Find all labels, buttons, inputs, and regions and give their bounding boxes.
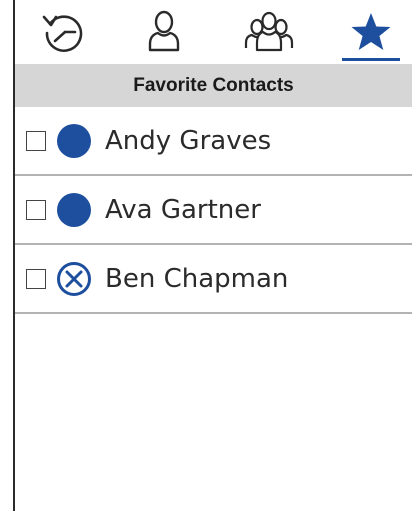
selected-tab-indicator [342, 58, 400, 61]
group-icon [243, 10, 295, 54]
star-icon [349, 10, 393, 54]
app-frame: Favorite Contacts Andy Graves Ava Gartne… [13, 0, 412, 511]
select-checkbox[interactable] [26, 268, 46, 289]
contact-list: Andy Graves Ava Gartner Ben Chapman [15, 107, 412, 314]
contact-name: Ben Chapman [105, 263, 289, 294]
tab-history[interactable] [35, 0, 93, 64]
tab-groups[interactable] [239, 0, 299, 64]
tab-contacts[interactable] [136, 0, 192, 64]
circle-x-icon [56, 261, 92, 297]
select-checkbox[interactable] [26, 130, 46, 151]
filled-circle-icon [56, 123, 92, 159]
contact-row[interactable]: Ava Gartner [15, 176, 412, 245]
contact-row[interactable]: Ben Chapman [15, 245, 412, 314]
filled-circle-icon [56, 192, 92, 228]
person-icon [142, 8, 186, 56]
contact-row[interactable]: Andy Graves [15, 107, 412, 176]
tab-bar [15, 0, 412, 64]
contact-name: Ava Gartner [105, 194, 261, 225]
history-icon [40, 8, 88, 56]
select-checkbox[interactable] [26, 199, 46, 220]
page-title: Favorite Contacts [15, 64, 412, 107]
contact-name: Andy Graves [105, 125, 272, 156]
tab-favorites[interactable] [342, 0, 400, 64]
